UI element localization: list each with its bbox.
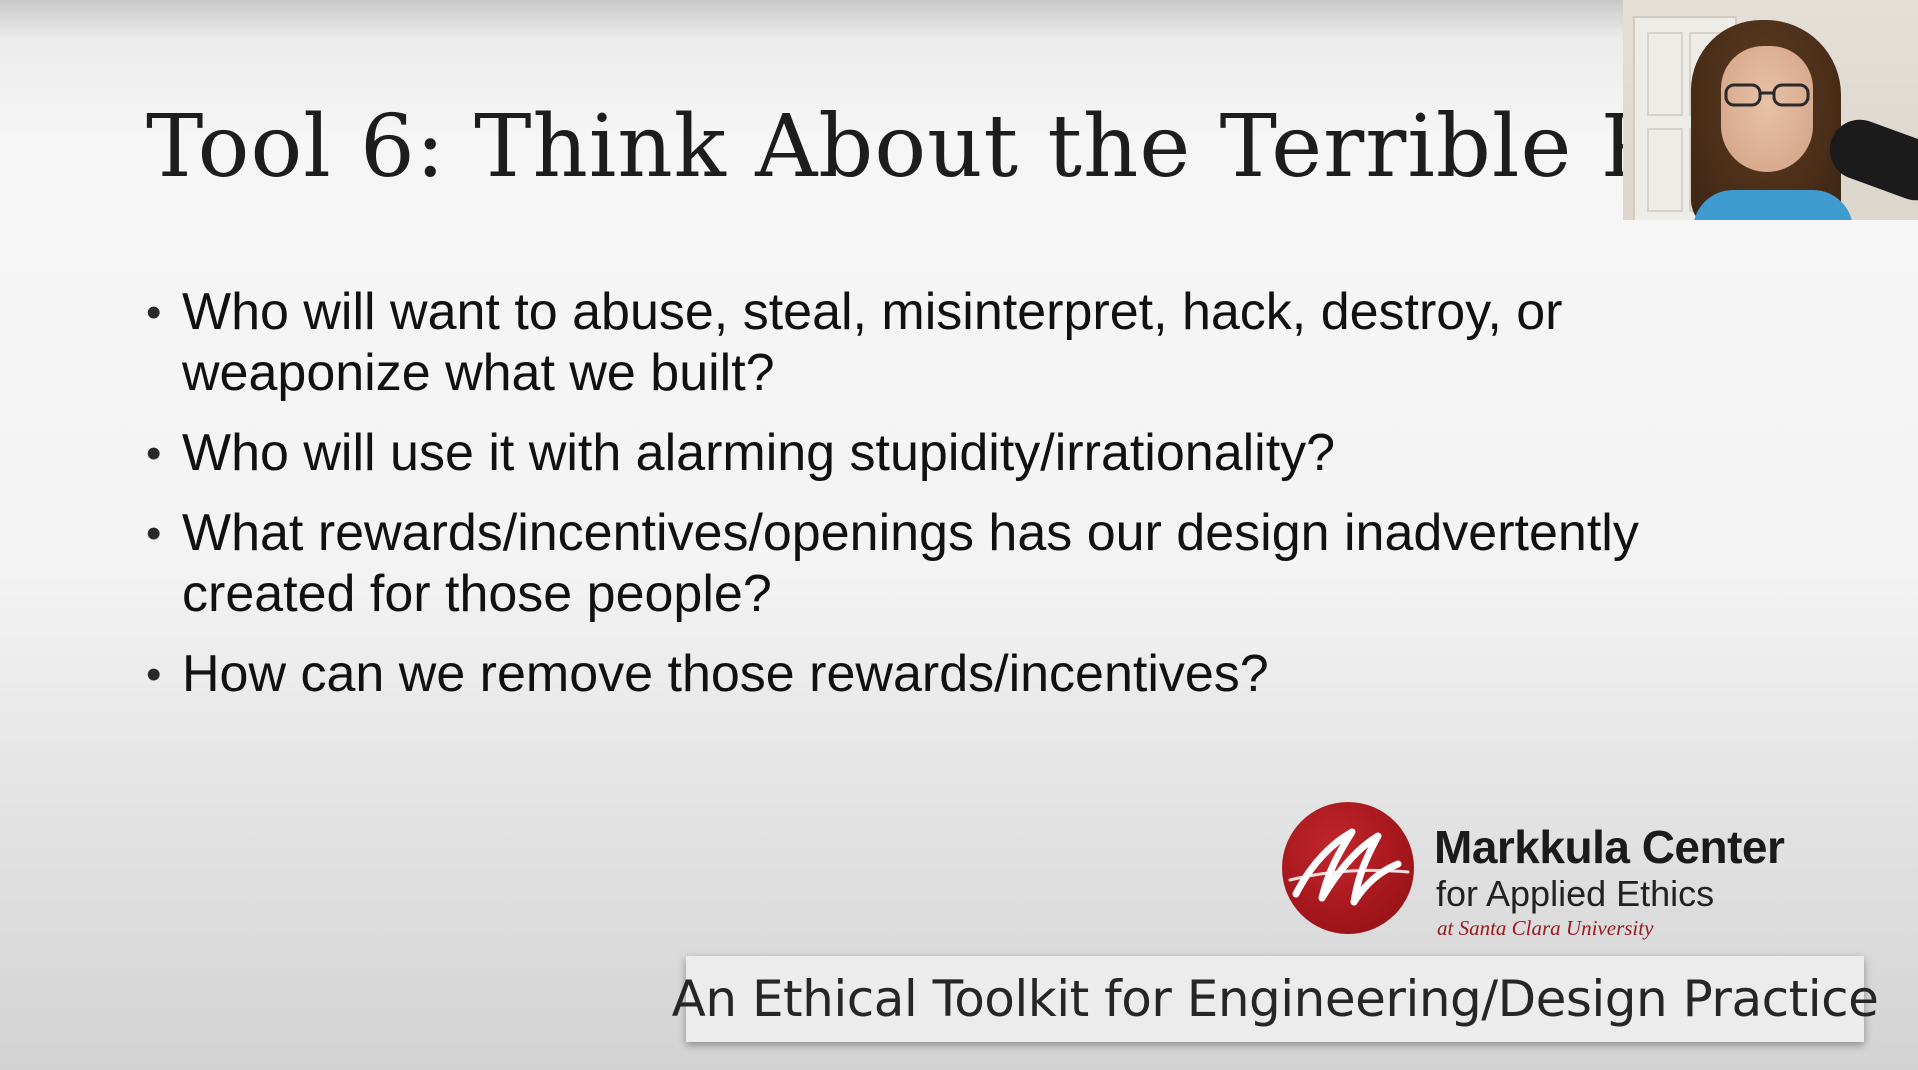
list-item: • Who will want to abuse, steal, misinte… [146,282,1796,404]
logo-name: Markkula Center [1434,821,1785,873]
bullet-text: What rewards/incentives/openings has our… [182,504,1639,623]
bullet-dot-icon: • [146,509,162,558]
slide-title: Tool 6: Think About the Terrible Peop [146,97,1817,197]
list-item: • How can we remove those rewards/incent… [146,644,1796,705]
caption-bar: An Ethical Toolkit for Engineering/Desig… [672,956,1879,1042]
presenter-shirt [1693,190,1853,220]
webcam-overlay [1623,0,1918,220]
logo-university: at Santa Clara University [1437,916,1654,940]
bullet-list: • Who will want to abuse, steal, misinte… [146,282,1796,724]
glasses-icon [1724,83,1810,107]
logo-subtitle: for Applied Ethics [1436,873,1715,914]
bullet-text: How can we remove those rewards/incentiv… [182,645,1269,703]
bullet-text: Who will use it with alarming stupidity/… [182,424,1336,482]
caption-text: An Ethical Toolkit for Engineering/Desig… [671,970,1879,1028]
list-item: • What rewards/incentives/openings has o… [146,503,1796,625]
markkula-m-icon [1282,802,1414,934]
video-frame: Tool 6: Think About the Terrible Peop • … [0,0,1918,1070]
markkula-center-logo: Markkula Center for Applied Ethics at Sa… [1282,802,1842,942]
presenter-face [1721,46,1813,172]
bullet-dot-icon: • [146,429,162,478]
bullet-dot-icon: • [146,650,162,699]
list-item: • Who will use it with alarming stupidit… [146,423,1796,484]
bullet-dot-icon: • [146,288,162,337]
bullet-text: Who will want to abuse, steal, misinterp… [182,283,1563,402]
